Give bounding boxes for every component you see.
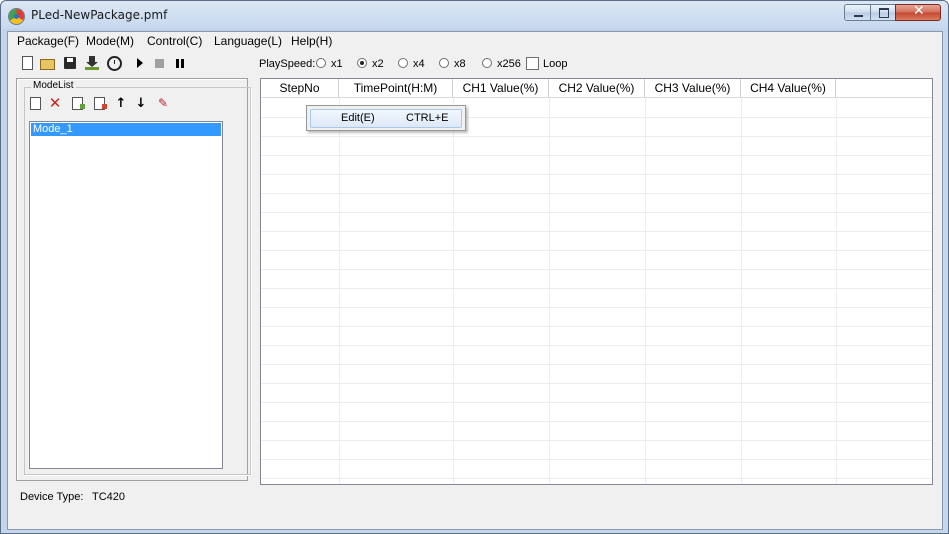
column-header-ch3[interactable]: CH3 Value(%) bbox=[645, 79, 741, 97]
grid-row-line bbox=[261, 231, 932, 232]
window-title: PLed-NewPackage.pmf bbox=[31, 8, 168, 22]
grid-row-line bbox=[261, 364, 932, 365]
import-mode-icon[interactable] bbox=[70, 96, 85, 110]
minimize-icon bbox=[854, 15, 863, 17]
grid-row-line bbox=[261, 326, 932, 327]
menu-bar: Package(F) Mode(M) Control(C) Language(L… bbox=[8, 32, 942, 50]
column-header-stepno[interactable]: StepNo bbox=[261, 79, 339, 97]
radio-button[interactable] bbox=[439, 58, 449, 68]
column-header-ch1[interactable]: CH1 Value(%) bbox=[453, 79, 549, 97]
modelist-title: ModeList bbox=[31, 80, 76, 91]
speed-label-x2: x2 bbox=[372, 58, 384, 70]
radio-button-selected[interactable] bbox=[357, 58, 367, 68]
context-menu-edit-shortcut: CTRL+E bbox=[406, 112, 449, 124]
maximize-icon bbox=[879, 8, 889, 18]
radio-button[interactable] bbox=[482, 58, 492, 68]
maximize-button[interactable] bbox=[870, 4, 896, 21]
grid-row-line bbox=[261, 193, 932, 194]
move-down-icon[interactable]: ↓ bbox=[134, 96, 148, 111]
context-menu-edit-label: Edit(E) bbox=[341, 112, 375, 124]
grid-row-line bbox=[261, 478, 932, 479]
speed-label-x1: x1 bbox=[331, 58, 343, 70]
pause-icon[interactable] bbox=[172, 55, 188, 71]
loop-checkbox[interactable] bbox=[526, 57, 539, 70]
grid-row-line bbox=[261, 288, 932, 289]
grid-row-line bbox=[261, 155, 932, 156]
grid-row-line bbox=[261, 383, 932, 384]
grid-row-line bbox=[261, 250, 932, 251]
modelist-panel: ModeList ✕ ↑ ↓ ✎ Mode_1 bbox=[16, 78, 251, 481]
grid-row-line bbox=[261, 459, 932, 460]
grid-row-line bbox=[261, 345, 932, 346]
minimize-button[interactable] bbox=[844, 4, 871, 21]
download-icon[interactable] bbox=[84, 55, 100, 71]
column-header-ch2[interactable]: CH2 Value(%) bbox=[549, 79, 645, 97]
toolbar bbox=[8, 52, 942, 74]
step-grid[interactable]: StepNo TimePoint(H:M) CH1 Value(%) CH2 V… bbox=[260, 78, 933, 485]
save-icon[interactable] bbox=[62, 55, 78, 71]
speed-label-x4: x4 bbox=[413, 58, 425, 70]
menu-language[interactable]: Language(L) bbox=[214, 34, 282, 48]
edit-mode-icon[interactable]: ✎ bbox=[156, 96, 170, 110]
open-folder-icon[interactable] bbox=[39, 55, 55, 71]
speed-label-x256: x256 bbox=[497, 58, 521, 70]
client-area: Package(F) Mode(M) Control(C) Language(L… bbox=[7, 31, 943, 530]
speed-label-x8: x8 bbox=[454, 58, 466, 70]
grid-row-line bbox=[261, 174, 932, 175]
delete-mode-icon[interactable]: ✕ bbox=[48, 94, 62, 112]
playspeed-label: PlaySpeed: bbox=[259, 58, 316, 70]
context-menu: Edit(E) CTRL+E bbox=[306, 105, 466, 131]
play-icon[interactable] bbox=[132, 55, 148, 71]
move-up-icon[interactable]: ↑ bbox=[114, 96, 128, 111]
close-icon: ✕ bbox=[913, 3, 925, 19]
grid-row-line bbox=[261, 307, 932, 308]
radio-button[interactable] bbox=[316, 58, 326, 68]
clock-icon[interactable] bbox=[106, 55, 122, 71]
context-menu-edit[interactable]: Edit(E) CTRL+E bbox=[310, 109, 462, 128]
close-button[interactable]: ✕ bbox=[895, 3, 941, 21]
app-window: PLed-NewPackage.pmf ✕ Package(F) Mode(M)… bbox=[0, 0, 949, 534]
menu-help[interactable]: Help(H) bbox=[291, 34, 332, 48]
menu-mode[interactable]: Mode(M) bbox=[86, 34, 134, 48]
menu-package[interactable]: Package(F) bbox=[17, 34, 79, 48]
list-item[interactable]: Mode_1 bbox=[31, 123, 221, 136]
grid-header: StepNo TimePoint(H:M) CH1 Value(%) CH2 V… bbox=[261, 79, 932, 98]
loop-label: Loop bbox=[543, 58, 568, 70]
radio-button[interactable] bbox=[398, 58, 408, 68]
device-type-value: TC420 bbox=[92, 491, 126, 503]
device-type-label: Device Type: bbox=[20, 491, 84, 503]
stop-icon[interactable] bbox=[151, 55, 167, 71]
app-logo-icon bbox=[9, 9, 24, 24]
grid-row-line bbox=[261, 136, 932, 137]
modelist-group: ModeList ✕ ↑ ↓ ✎ Mode_1 bbox=[24, 80, 251, 475]
mode-list[interactable]: Mode_1 bbox=[29, 121, 223, 469]
export-mode-icon[interactable] bbox=[92, 96, 107, 110]
menu-control[interactable]: Control(C) bbox=[147, 34, 202, 48]
grid-row-line bbox=[261, 440, 932, 441]
column-header-ch4[interactable]: CH4 Value(%) bbox=[741, 79, 836, 97]
column-header-timepoint[interactable]: TimePoint(H:M) bbox=[339, 79, 453, 97]
grid-row-line bbox=[261, 269, 932, 270]
add-mode-icon[interactable] bbox=[28, 96, 42, 110]
grid-row-line bbox=[261, 402, 932, 403]
grid-row-line bbox=[261, 212, 932, 213]
title-bar[interactable]: PLed-NewPackage.pmf ✕ bbox=[1, 1, 948, 31]
new-file-icon[interactable] bbox=[19, 55, 35, 71]
grid-row-line bbox=[261, 421, 932, 422]
